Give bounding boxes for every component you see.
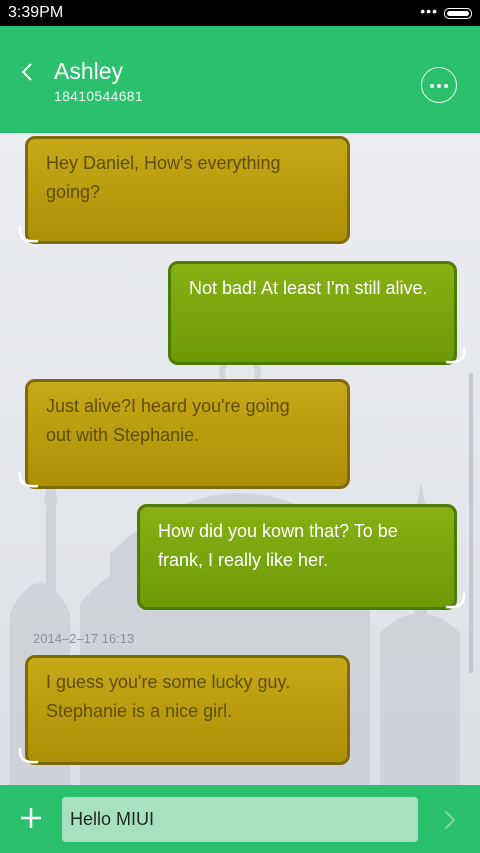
message-bubble-incoming[interactable]: Just alive?I heard you're going out with…: [18, 379, 350, 489]
message-bubble-incoming[interactable]: I guess you're some lucky guy. Stephanie…: [18, 655, 350, 765]
more-dots-icon: [430, 84, 448, 88]
message-text-line: How did you kown that? To be: [158, 521, 398, 541]
plus-icon: [21, 808, 41, 828]
bubble-tail-icon: [18, 226, 39, 243]
contact-number: 18410544681: [54, 88, 143, 104]
message-timestamp: 2014–2–17 16:13: [33, 631, 135, 646]
message-text-line: Just alive?I heard you're going: [46, 396, 290, 416]
message-text-line: Hey Daniel, How's everything: [46, 153, 281, 173]
message-text-line: out with Stephanie.: [46, 425, 200, 445]
message-text-line: frank, I really like her.: [158, 550, 329, 570]
message-bubble-outgoing[interactable]: Not bad! At least I'm still alive.: [168, 261, 466, 365]
bubble-tail-icon: [445, 347, 466, 364]
chevron-left-icon: [21, 63, 32, 81]
conversation-header: Ashley 18410544681: [0, 26, 480, 133]
status-time: 3:39PM: [8, 4, 64, 21]
bubble-tail-icon: [445, 592, 466, 609]
battery-icon: [444, 8, 472, 19]
composer-bar: [0, 785, 480, 853]
message-bubble-incoming[interactable]: Hey Daniel, How's everything going?: [18, 136, 350, 244]
message-text-line: Not bad! At least I'm still alive.: [189, 278, 428, 298]
scrollbar[interactable]: [469, 373, 473, 673]
more-button[interactable]: [421, 67, 457, 103]
status-dots: •••: [420, 3, 438, 19]
message-bubble-outgoing[interactable]: How did you kown that? To be frank, I re…: [137, 504, 466, 610]
chevron-right-icon: [444, 810, 456, 830]
contact-name: Ashley: [54, 58, 124, 84]
status-bar: 3:39PM •••: [0, 0, 480, 26]
bubble-tail-icon: [18, 471, 39, 488]
message-text-line: Stephanie is a nice girl.: [46, 701, 233, 721]
add-attachment-button[interactable]: [18, 805, 44, 831]
message-text-line: I guess you're some lucky guy.: [46, 672, 291, 692]
message-input[interactable]: [62, 797, 418, 842]
back-button[interactable]: [16, 60, 40, 84]
message-text-line: going?: [46, 182, 101, 202]
bubble-tail-icon: [18, 747, 39, 764]
send-button[interactable]: [438, 807, 460, 833]
message-list[interactable]: Hey Daniel, How's everything going? Not …: [0, 133, 480, 785]
